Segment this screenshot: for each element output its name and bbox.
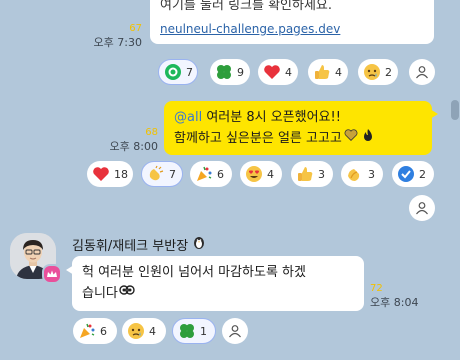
reaction-count: 2 <box>385 65 392 79</box>
sender-name-text: 김동휘/재테크 부반장 <box>72 238 189 254</box>
reaction-applause[interactable]: 3 <box>341 161 383 187</box>
scrollbar-thumb[interactable] <box>451 100 459 120</box>
reaction-heart-eyes-face[interactable]: 4 <box>240 161 282 187</box>
face-emoji-icon <box>119 283 135 304</box>
thumbs-up-icon <box>296 165 314 183</box>
message-link[interactable]: neulneul-challenge.pages.dev <box>160 19 424 39</box>
person-icon <box>416 66 428 79</box>
message-meta: 67 오후 7:30 <box>82 22 142 50</box>
heart-icon <box>263 63 281 81</box>
mention-all[interactable]: @all <box>174 110 202 125</box>
reaction-crying-face[interactable]: 4 <box>122 318 166 344</box>
unread-count: 67 <box>129 23 142 34</box>
message-text: 함께하고 싶은분은 얼른 고고고 <box>174 130 342 146</box>
message-meta: 68 오후 8:00 <box>96 126 158 154</box>
reaction-heart[interactable]: 4 <box>258 59 298 85</box>
heart-icon <box>92 165 110 183</box>
heart-eyes-face-icon <box>245 165 263 183</box>
reaction-count: 7 <box>169 167 176 181</box>
heart-emoji-icon <box>344 128 358 149</box>
reaction-count: 18 <box>114 167 128 181</box>
reaction-count: 2 <box>419 167 426 181</box>
party-popper-icon <box>195 165 213 183</box>
party-popper-icon <box>78 322 96 340</box>
message-time: 오후 7:30 <box>93 36 142 49</box>
sender-name[interactable]: 김동휘/재테크 부반장 <box>72 234 207 254</box>
reaction-count: 4 <box>335 65 342 79</box>
reaction-check-mark[interactable]: 2 <box>392 161 434 187</box>
crown-badge-icon <box>42 264 62 284</box>
four-leaf-clover-icon <box>178 322 196 340</box>
reaction-count: 3 <box>318 167 325 181</box>
reaction-count: 1 <box>200 324 207 338</box>
reaction-party-popper[interactable]: 6 <box>73 318 117 344</box>
message-line-2: 습니다 <box>82 283 354 304</box>
reaction-green-circle[interactable]: 7 <box>158 59 198 85</box>
crying-face-icon <box>363 63 381 81</box>
reaction-clover[interactable]: 9 <box>210 59 250 85</box>
reaction-count: 4 <box>149 324 156 338</box>
message-time: 오후 8:04 <box>370 296 419 309</box>
fire-emoji-icon <box>361 128 375 149</box>
applause-icon <box>346 165 364 183</box>
message-text: 여러분 8시 오픈했어요!! <box>202 110 341 125</box>
person-icon <box>416 202 428 215</box>
reactors-button[interactable] <box>222 318 248 344</box>
reaction-count: 6 <box>100 324 107 338</box>
reaction-count: 3 <box>368 167 375 181</box>
reaction-party-popper[interactable]: 6 <box>190 161 232 187</box>
reactors-button[interactable] <box>409 195 435 221</box>
thumbs-up-icon <box>313 63 331 81</box>
reaction-count: 9 <box>237 65 244 79</box>
reaction-thumbs-up[interactable]: 3 <box>291 161 333 187</box>
four-leaf-clover-icon <box>215 63 233 81</box>
message-bubble[interactable]: 헉 여러분 인원이 넘어서 마감하도록 하겠 습니다 <box>66 256 364 311</box>
reaction-count: 4 <box>267 167 274 181</box>
message-line-2: 함께하고 싶은분은 얼른 고고고 <box>174 128 422 149</box>
unread-count: 68 <box>145 127 158 138</box>
clapping-hands-icon <box>147 165 165 183</box>
person-icon <box>229 325 241 338</box>
penguin-icon <box>191 234 207 254</box>
reaction-heart[interactable]: 18 <box>87 161 133 187</box>
message-bubble[interactable]: 여기를 눌러 링크를 확인하세요. neulneul-challenge.pag… <box>150 0 434 44</box>
reaction-crying-face[interactable]: 2 <box>358 59 398 85</box>
reaction-clover[interactable]: 1 <box>172 318 216 344</box>
message-bubble[interactable]: @all 여러분 8시 오픈했어요!! 함께하고 싶은분은 얼른 고고고 <box>164 101 438 155</box>
reactors-button[interactable] <box>409 59 435 85</box>
message-text: 헉 여러분 인원이 넘어서 마감하도록 하겠 <box>82 265 306 280</box>
green-circle-icon <box>164 63 182 81</box>
check-mark-icon <box>397 165 415 183</box>
message-text: 여기를 눌러 링크를 확인하세요. <box>160 0 333 13</box>
reaction-thumbs-up[interactable]: 4 <box>308 59 348 85</box>
message-meta: 72 오후 8:04 <box>370 282 418 310</box>
reaction-count: 6 <box>217 167 224 181</box>
message-time: 오후 8:00 <box>109 140 158 153</box>
reaction-count: 7 <box>186 65 193 79</box>
crying-face-icon <box>127 322 145 340</box>
reaction-clapping-hands[interactable]: 7 <box>141 161 183 187</box>
message-text: 습니다 <box>82 285 118 301</box>
message-line-1: @all 여러분 8시 오픈했어요!! <box>174 108 422 128</box>
reaction-count: 4 <box>285 65 292 79</box>
unread-count: 72 <box>370 283 383 294</box>
